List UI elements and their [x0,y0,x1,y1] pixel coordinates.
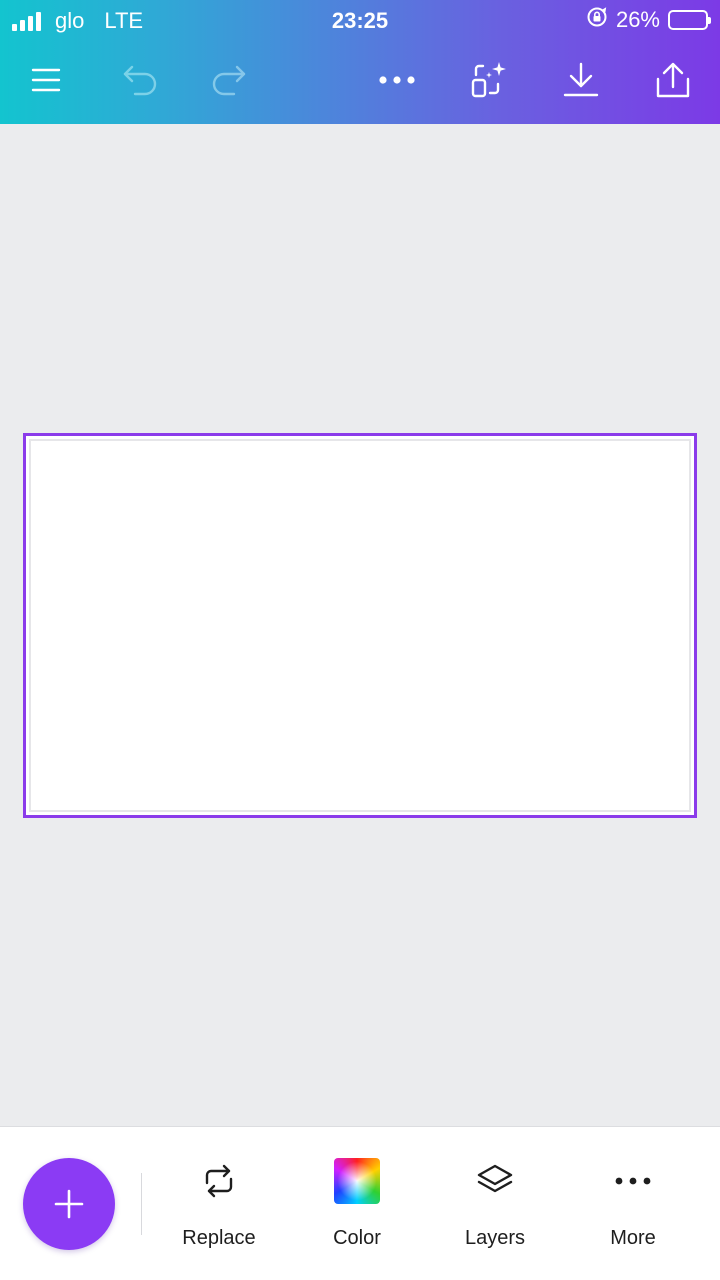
more-label: More [610,1227,656,1249]
more-horizontal-icon [615,1177,651,1185]
plus-icon [54,1189,84,1219]
undo-icon [123,65,157,96]
replace-icon [205,1164,233,1198]
battery-icon [668,10,711,30]
menu-icon [31,68,61,92]
layers-tool[interactable]: Layers [435,1149,555,1259]
color-swatch-icon [334,1158,380,1204]
more-tool[interactable]: More [573,1149,693,1259]
layers-label: Layers [464,1227,526,1249]
download-icon [563,62,599,97]
more-options-button[interactable] [371,54,423,106]
replace-label: Replace [182,1227,256,1249]
menu-button[interactable] [20,54,72,106]
color-tool[interactable]: Color [297,1149,417,1259]
editor-toolbar [0,48,720,108]
more-horizontal-icon [379,76,415,84]
download-button[interactable] [555,54,607,106]
magic-resize-button[interactable] [462,54,514,106]
layers-icon [477,1164,513,1193]
color-label: Color [333,1227,381,1249]
top-app-bar: glo LTE 23:25 26% [0,0,720,124]
share-button[interactable] [647,54,699,106]
battery-percent: 26% [615,7,660,32]
magic-resize-icon [471,62,506,98]
add-element-button[interactable] [23,1158,115,1250]
undo-button[interactable] [114,54,166,106]
status-bar: glo LTE 23:25 26% [0,0,720,40]
orientation-lock-icon [586,6,608,34]
redo-button[interactable] [203,54,255,106]
share-icon [656,62,690,98]
redo-icon [212,65,246,96]
replace-tool[interactable]: Replace [159,1149,279,1259]
design-page[interactable] [29,439,691,812]
toolbar-divider [141,1173,142,1235]
design-canvas-selected[interactable] [23,433,697,818]
bottom-toolbar: Replace Color Layers More [0,1126,720,1280]
